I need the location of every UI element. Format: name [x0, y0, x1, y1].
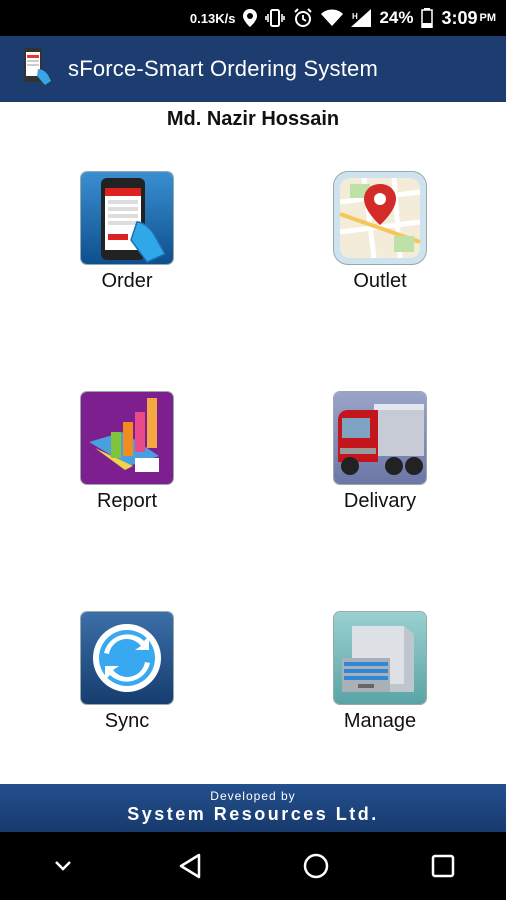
wifi-icon	[321, 9, 344, 27]
manage-tile[interactable]: Manage	[290, 612, 470, 733]
map-pin-icon[interactable]	[334, 172, 426, 264]
order-phone-icon[interactable]	[81, 172, 173, 264]
battery-percent: 24%	[379, 8, 414, 27]
sync-icon[interactable]	[81, 612, 173, 704]
outlet-tile[interactable]: Outlet	[290, 172, 470, 293]
network-speed: 0.13K/s	[189, 10, 236, 26]
order-tile[interactable]: Order	[37, 172, 217, 293]
sync-tile[interactable]: Sync	[37, 612, 217, 733]
signal-icon: H	[351, 9, 372, 27]
home-icon[interactable]	[286, 836, 346, 896]
order-label: Order	[101, 270, 153, 292]
footer-banner: Developed by System Resources Ltd.	[0, 784, 506, 832]
clock-time: 3:09	[441, 7, 478, 28]
alarm-icon	[293, 8, 313, 28]
report-chart-icon[interactable]	[81, 392, 173, 484]
manage-label: Manage	[343, 710, 417, 732]
vibrate-icon	[265, 9, 286, 27]
truck-icon[interactable]	[334, 392, 426, 484]
clock-ampm: PM	[479, 12, 497, 24]
app-bar: sForce-Smart Ordering System	[0, 36, 506, 102]
sync-label: Sync	[104, 710, 150, 732]
delivary-tile[interactable]: Delivary	[290, 392, 470, 513]
report-tile[interactable]: Report	[37, 392, 217, 513]
battery-icon	[421, 8, 434, 28]
phone-app-icon	[20, 47, 54, 92]
user-name: Md. Nazir Hossain	[166, 108, 340, 130]
chevron-down-icon[interactable]	[33, 836, 93, 896]
outlet-label: Outlet	[353, 270, 407, 292]
navigation-bar	[0, 832, 506, 900]
status-bar: 0.13K/s H 24% 3:09 PM	[0, 0, 506, 36]
clock: 3:09 PM	[441, 8, 496, 29]
app-title: sForce-Smart Ordering System	[68, 56, 379, 81]
recents-icon[interactable]	[413, 836, 473, 896]
developed-by-text: Developed by	[210, 789, 296, 803]
company-name: System Resources Ltd.	[127, 804, 379, 824]
back-icon[interactable]	[160, 836, 220, 896]
cabinet-icon[interactable]	[334, 612, 426, 704]
location-icon	[243, 9, 258, 27]
delivary-label: Delivary	[343, 490, 417, 512]
svg-text:H: H	[352, 12, 358, 21]
report-label: Report	[96, 490, 158, 512]
